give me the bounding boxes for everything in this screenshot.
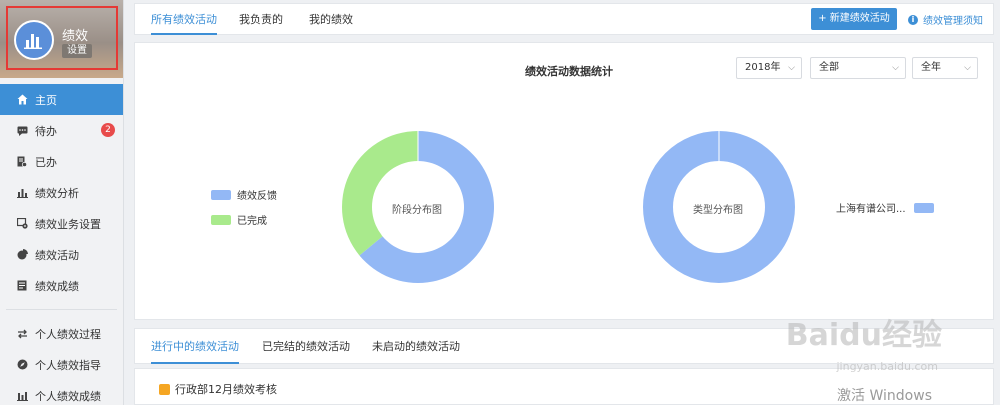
top-tab-bar: 所有绩效活动 我负责的 我的绩效 + 新建绩效活动 i 绩效管理须知 bbox=[134, 3, 994, 35]
todo-count-badge: 2 bbox=[101, 123, 115, 137]
sidebar-item-label: 个人绩效指导 bbox=[35, 358, 101, 372]
sidebar-item-results[interactable]: 绩效成绩 bbox=[0, 270, 123, 301]
scope-select-value: 全部 bbox=[819, 62, 839, 73]
chevron-down-icon: ⌵ bbox=[788, 63, 795, 73]
sidebar-item-personal-guidance[interactable]: 个人绩效指导 bbox=[0, 349, 123, 380]
donut-slice-2[interactable] bbox=[342, 131, 418, 256]
panel-title: 绩效活动数据统计 bbox=[525, 65, 613, 78]
legend-swatch bbox=[211, 214, 231, 225]
sidebar-nav-personal: 个人绩效过程 个人绩效指导 个人绩效成绩 bbox=[0, 318, 123, 405]
pie-icon bbox=[16, 249, 28, 261]
tab-in-progress[interactable]: 进行中的绩效活动 bbox=[151, 329, 239, 364]
highlight-box bbox=[6, 6, 118, 70]
sidebar-item-label: 绩效活动 bbox=[35, 248, 79, 262]
sidebar-item-label: 主页 bbox=[35, 93, 57, 107]
legend-label: 上海有谱公司... bbox=[836, 204, 906, 215]
sidebar-item-label: 绩效成绩 bbox=[35, 279, 79, 293]
sidebar: 绩效 设置 主页 待办 2 已办 绩效分析 绩效业务设置 绩效活动 绩效成绩 个… bbox=[0, 0, 124, 405]
chat-icon bbox=[16, 125, 28, 137]
sidebar-item-activities[interactable]: 绩效活动 bbox=[0, 239, 123, 270]
sidebar-item-label: 绩效业务设置 bbox=[35, 217, 101, 231]
period-select-value: 全年 bbox=[921, 62, 941, 73]
tab-my-responsible[interactable]: 我负责的 bbox=[239, 4, 283, 35]
app-profile-header: 绩效 设置 bbox=[0, 0, 123, 78]
exchange-icon bbox=[16, 328, 28, 340]
sidebar-item-personal-process[interactable]: 个人绩效过程 bbox=[0, 318, 123, 349]
notice-link[interactable]: i 绩效管理须知 bbox=[908, 12, 983, 27]
chevron-down-icon: ⌵ bbox=[892, 63, 899, 73]
tab-all-activities[interactable]: 所有绩效活动 bbox=[151, 4, 217, 35]
settings-screen-icon bbox=[16, 218, 28, 230]
sidebar-item-label: 绩效分析 bbox=[35, 186, 79, 200]
legend-swatch bbox=[913, 202, 934, 213]
legend-swatch bbox=[211, 189, 231, 200]
period-select[interactable]: 全年 ⌵ bbox=[912, 57, 978, 79]
sidebar-item-label: 个人绩效成绩 bbox=[35, 389, 101, 403]
sidebar-item-analysis[interactable]: 绩效分析 bbox=[0, 177, 123, 208]
doc-check-icon bbox=[16, 156, 28, 168]
sidebar-nav: 主页 待办 2 已办 绩效分析 绩效业务设置 绩效活动 绩效成绩 bbox=[0, 84, 123, 301]
watermark-url: jingyan.baidu.com bbox=[836, 360, 938, 373]
legend-item[interactable]: 绩效反馈 bbox=[211, 187, 277, 202]
chevron-down-icon: ⌵ bbox=[964, 63, 971, 73]
list-item[interactable]: 行政部12月绩效考核 bbox=[159, 381, 277, 397]
sidebar-item-business-settings[interactable]: 绩效业务设置 bbox=[0, 208, 123, 239]
activity-name: 行政部12月绩效考核 bbox=[175, 383, 277, 396]
new-activity-button[interactable]: + 新建绩效活动 bbox=[811, 8, 897, 30]
stats-panel: 绩效活动数据统计 2018年 ⌵ 全部 ⌵ 全年 ⌵ 绩效反馈 已完成 阶段分布… bbox=[134, 42, 994, 320]
document-icon bbox=[16, 280, 28, 292]
sidebar-item-home[interactable]: 主页 bbox=[0, 84, 123, 115]
bar-chart-icon bbox=[16, 390, 28, 402]
tab-completed[interactable]: 已完结的绩效活动 bbox=[262, 329, 350, 364]
scope-select[interactable]: 全部 ⌵ bbox=[810, 57, 906, 79]
legend-label: 绩效反馈 bbox=[237, 191, 277, 202]
chart-center-label: 类型分布图 bbox=[693, 205, 743, 216]
nav-divider bbox=[6, 309, 117, 310]
chart-center-label: 阶段分布图 bbox=[392, 205, 442, 216]
home-icon bbox=[16, 94, 28, 106]
sidebar-item-done[interactable]: 已办 bbox=[0, 146, 123, 177]
sidebar-item-label: 已办 bbox=[35, 155, 57, 169]
notice-label: 绩效管理须知 bbox=[923, 16, 983, 27]
sidebar-item-personal-results[interactable]: 个人绩效成绩 bbox=[0, 380, 123, 405]
bar-chart-icon bbox=[16, 187, 28, 199]
tab-my-performance[interactable]: 我的绩效 bbox=[309, 4, 353, 35]
compass-icon bbox=[16, 359, 28, 371]
legend-item[interactable]: 已完成 bbox=[211, 212, 267, 227]
sidebar-item-label: 待办 bbox=[35, 124, 57, 138]
sidebar-item-todo[interactable]: 待办 2 bbox=[0, 115, 123, 146]
activity-icon bbox=[159, 383, 170, 395]
legend-item[interactable]: 上海有谱公司... bbox=[836, 200, 934, 215]
year-select-value: 2018年 bbox=[745, 62, 781, 73]
tab-not-started[interactable]: 未启动的绩效活动 bbox=[372, 329, 460, 364]
year-select[interactable]: 2018年 ⌵ bbox=[736, 57, 802, 79]
baidu-watermark: Baidu经验 bbox=[785, 318, 942, 353]
info-icon: i bbox=[908, 14, 918, 25]
windows-activation-text: 激活 Windows bbox=[837, 388, 932, 404]
sidebar-item-label: 个人绩效过程 bbox=[35, 327, 101, 341]
legend-label: 已完成 bbox=[237, 216, 267, 227]
